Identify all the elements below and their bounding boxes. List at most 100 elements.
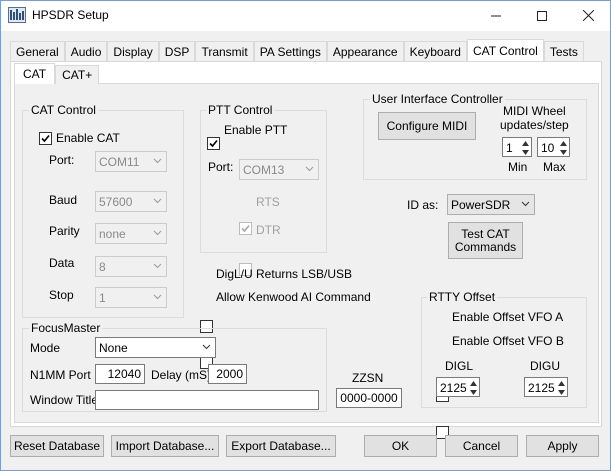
stop-bits-select[interactable]: 1 [95, 287, 167, 308]
chevron-down-icon [153, 230, 162, 236]
window-title-input[interactable] [95, 390, 319, 410]
max-label: Max [543, 160, 566, 174]
tab-appearance[interactable]: Appearance [326, 41, 404, 61]
midi-min-value: 1 [506, 141, 513, 155]
maximize-button[interactable] [519, 0, 565, 31]
port-label: Port: [49, 153, 75, 167]
cat-port-select[interactable]: COM11 [95, 151, 167, 172]
mode-value: None [99, 340, 128, 355]
rts-checkbox[interactable] [239, 222, 252, 235]
tab-cat-control[interactable]: CAT Control [466, 39, 544, 61]
digl-returns-label: DigL/U Returns LSB/USB [216, 267, 353, 281]
baud-select[interactable]: 57600 [95, 191, 167, 212]
tab-pa-settings[interactable]: PA Settings [253, 41, 327, 61]
offset-vfo-a-label: Enable Offset VFO A [452, 310, 564, 324]
close-button[interactable] [565, 0, 611, 31]
dtr-label: DTR [256, 223, 281, 237]
midi-min-spinner[interactable]: 1 [502, 137, 532, 157]
midi-wheel-label: MIDI Wheel [503, 104, 566, 118]
digu-value: 2125 [528, 381, 555, 395]
updates-step-label: updates/step [500, 118, 569, 132]
min-label: Min [508, 160, 528, 174]
mode-select[interactable]: None [95, 337, 216, 358]
tab-audio[interactable]: Audio [64, 41, 108, 61]
ok-button[interactable]: OK [364, 435, 437, 457]
delay-input[interactable]: 2000 [208, 364, 247, 384]
rtty-offset-legend: RTTY Offset [427, 290, 498, 304]
minimize-icon [491, 15, 501, 16]
test-cat-line1: Test CAT [461, 226, 510, 241]
n1mm-port-label: N1MM Port [30, 368, 91, 382]
cancel-button[interactable]: Cancel [445, 435, 518, 457]
reset-database-button[interactable]: Reset Database [10, 435, 104, 457]
tab-dsp[interactable]: DSP [158, 41, 196, 61]
zzsn-label: ZZSN [352, 371, 384, 385]
app-icon [8, 7, 26, 23]
subtab-cat[interactable]: CAT [14, 63, 56, 84]
ptt-control-legend: PTT Control [206, 103, 275, 117]
tab-keyboard[interactable]: Keyboard [403, 41, 467, 61]
tab-transmit[interactable]: Transmit [195, 41, 254, 61]
baud-label: Baud [49, 193, 78, 207]
enable-ptt-label: Enable PTT [224, 123, 288, 137]
chevron-down-icon [305, 166, 314, 172]
main-tabs: General Audio Display DSP Transmit PA Se… [10, 39, 584, 61]
chevron-down-icon [153, 198, 162, 204]
digl-spinner[interactable]: 2125 [436, 377, 480, 397]
cat-port-value: COM11 [99, 154, 140, 169]
subtab-cat-plus[interactable]: CAT+ [55, 65, 100, 84]
close-icon [582, 10, 594, 21]
delay-label: Delay (mS) [151, 368, 212, 382]
focusmaster-legend: FocusMaster [29, 321, 103, 335]
data-label: Data [49, 256, 75, 270]
digu-spinner[interactable]: 2125 [524, 377, 568, 397]
cat-control-legend: CAT Control [29, 103, 98, 117]
id-as-label: ID as: [407, 198, 439, 212]
check-icon [241, 224, 250, 233]
import-database-button[interactable]: Import Database... [111, 435, 219, 457]
ptt-port-value: COM13 [243, 162, 285, 177]
rts-label: RTS [256, 195, 280, 209]
test-cat-commands-button[interactable]: Test CAT Commands [448, 222, 523, 259]
digl-value: 2125 [440, 381, 467, 395]
ptt-port-select[interactable]: COM13 [239, 159, 319, 180]
configure-midi-button[interactable]: Configure MIDI [378, 112, 476, 140]
stop-label: Stop [49, 288, 74, 302]
digu-label: DIGU [530, 359, 560, 373]
enable-ptt-checkbox[interactable] [207, 137, 220, 150]
tab-display[interactable]: Display [107, 41, 159, 61]
window-title-label: Window Title [30, 393, 99, 407]
spin-down-icon[interactable] [467, 387, 479, 397]
spin-down-icon[interactable] [557, 147, 569, 157]
export-database-button[interactable]: Export Database... [226, 435, 336, 457]
parity-value: none [99, 226, 126, 241]
check-icon [41, 134, 50, 143]
stop-bits-value: 1 [99, 290, 106, 305]
check-icon [209, 139, 218, 148]
enable-cat-label: Enable CAT [56, 131, 120, 145]
enable-cat-checkbox[interactable] [39, 132, 52, 145]
tab-general[interactable]: General [10, 41, 65, 61]
minimize-button[interactable] [473, 0, 519, 31]
n1mm-port-input[interactable]: 12040 [95, 364, 145, 384]
id-as-select[interactable]: PowerSDR [447, 194, 535, 215]
offset-vfo-b-label: Enable Offset VFO B [452, 334, 564, 348]
spin-down-icon[interactable] [519, 147, 531, 157]
parity-label: Parity [49, 224, 80, 238]
parity-select[interactable]: none [95, 223, 167, 244]
apply-button[interactable]: Apply [526, 435, 599, 457]
baud-value: 57600 [99, 194, 133, 209]
chevron-down-icon [521, 201, 530, 207]
id-as-value: PowerSDR [451, 197, 511, 212]
sub-tabs: CAT CAT+ [14, 63, 100, 84]
spin-down-icon[interactable] [555, 387, 567, 397]
maximize-icon [537, 10, 547, 21]
chevron-down-icon [153, 158, 162, 164]
ptt-port-label: Port: [208, 160, 234, 174]
data-bits-select[interactable]: 8 [95, 256, 167, 277]
midi-max-spinner[interactable]: 10 [537, 137, 570, 157]
kenwood-ai-label: Allow Kenwood AI Command [216, 290, 371, 304]
zzsn-input[interactable]: 0000-0000 [336, 388, 402, 408]
tab-tests[interactable]: Tests [543, 41, 584, 61]
mode-label: Mode [30, 341, 61, 355]
